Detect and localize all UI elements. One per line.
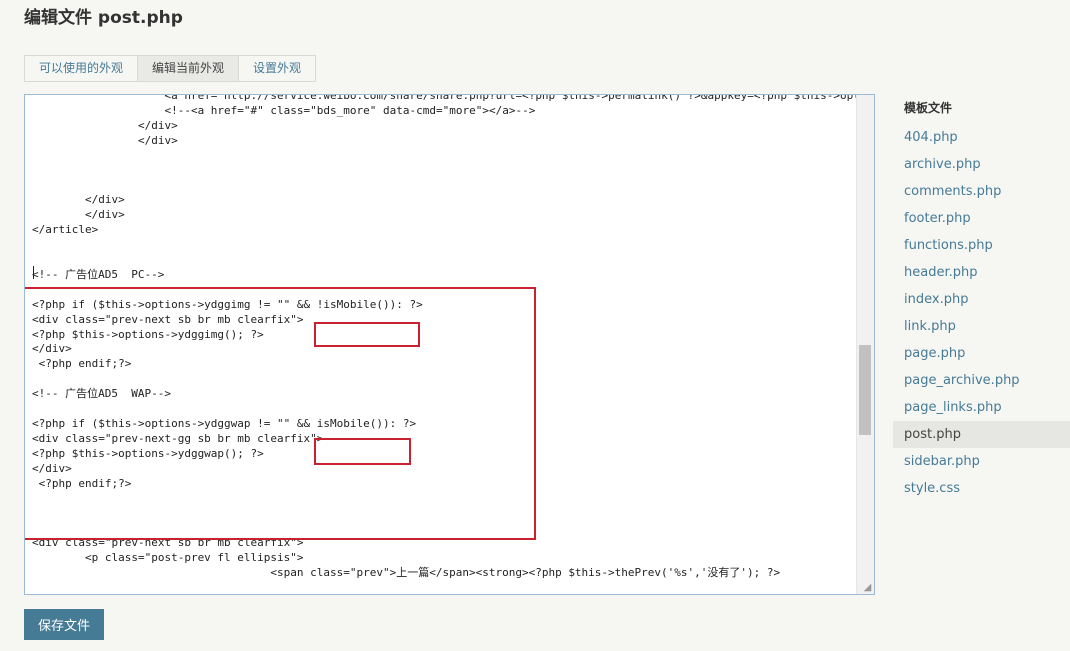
sidebar-file-functions-php[interactable]: functions.php bbox=[893, 232, 1070, 259]
sidebar-file-index-php[interactable]: index.php bbox=[893, 286, 1070, 313]
editor-scrollbar[interactable] bbox=[856, 95, 874, 594]
annotation-box-ad-block bbox=[25, 287, 536, 540]
tab-available-themes[interactable]: 可以使用的外观 bbox=[25, 56, 139, 81]
page-title: 编辑文件 post.php bbox=[24, 8, 183, 28]
sidebar-file-404-php[interactable]: 404.php bbox=[893, 124, 1070, 151]
text-cursor bbox=[33, 266, 34, 279]
theme-tabs: 可以使用的外观 编辑当前外观 设置外观 bbox=[24, 55, 317, 82]
tab-edit-current-theme[interactable]: 编辑当前外观 bbox=[138, 56, 240, 81]
code-editor[interactable]: <a href="http://service.weibo.com/share/… bbox=[24, 94, 875, 595]
tab-theme-settings[interactable]: 设置外观 bbox=[239, 56, 316, 81]
template-file-list: 404.php archive.php comments.php footer.php… bbox=[893, 124, 1070, 502]
sidebar-file-header-php[interactable]: header.php bbox=[893, 259, 1070, 286]
sidebar-file-style-css[interactable]: style.css bbox=[893, 475, 1070, 502]
save-file-button[interactable]: 保存文件 bbox=[24, 609, 104, 640]
sidebar-file-footer-php[interactable]: footer.php bbox=[893, 205, 1070, 232]
template-file-sidebar: 模板文件 404.php archive.php comments.php foote… bbox=[893, 98, 1070, 502]
sidebar-file-post-php[interactable]: post.php bbox=[893, 421, 1070, 448]
sidebar-file-sidebar-php[interactable]: sidebar.php bbox=[893, 448, 1070, 475]
sidebar-file-page-archive-php[interactable]: page_archive.php bbox=[893, 367, 1070, 394]
sidebar-file-link-php[interactable]: link.php bbox=[893, 313, 1070, 340]
sidebar-file-archive-php[interactable]: archive.php bbox=[893, 151, 1070, 178]
scrollbar-thumb[interactable] bbox=[859, 345, 871, 435]
sidebar-file-page-php[interactable]: page.php bbox=[893, 340, 1070, 367]
sidebar-file-page-links-php[interactable]: page_links.php bbox=[893, 394, 1070, 421]
annotation-box-ismobile bbox=[314, 438, 411, 465]
resize-grip-icon[interactable]: ◢ bbox=[862, 582, 873, 593]
sidebar-file-comments-php[interactable]: comments.php bbox=[893, 178, 1070, 205]
sidebar-title: 模板文件 bbox=[904, 101, 953, 115]
annotation-box-not-ismobile bbox=[314, 322, 420, 347]
